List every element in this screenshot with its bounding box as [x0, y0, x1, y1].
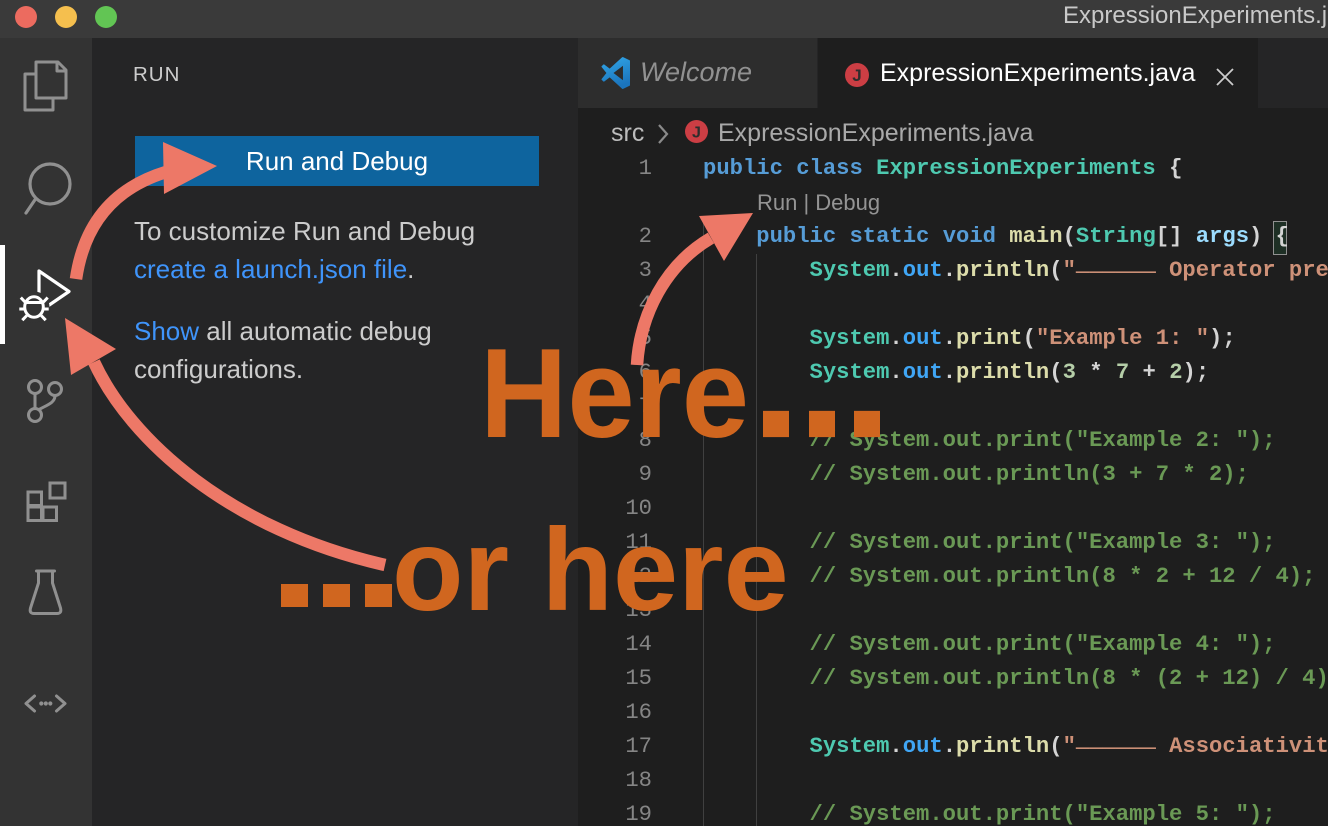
svg-text:J: J: [692, 125, 701, 142]
svg-text:J: J: [852, 66, 861, 85]
